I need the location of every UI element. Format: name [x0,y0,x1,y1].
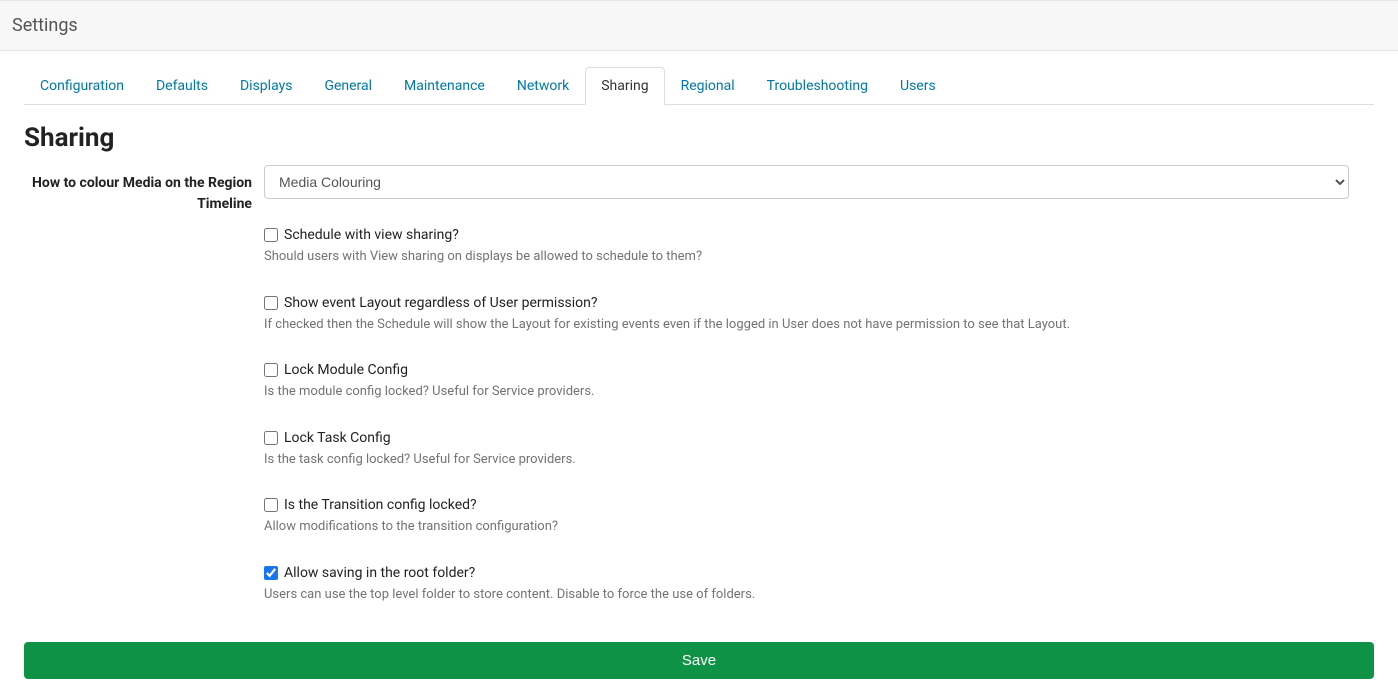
tab-users[interactable]: Users [884,67,952,105]
checkbox-help: Users can use the top level folder to st… [264,585,1349,605]
checkbox-group: Schedule with view sharing? Should users … [264,227,1349,267]
checkbox-row: Allow saving in the root folder? [264,565,1349,581]
checkbox-input[interactable] [264,363,278,377]
tab-configuration[interactable]: Configuration [24,67,140,105]
checkbox-row: Show event Layout regardless of User per… [264,295,1349,311]
media-colouring-label-col: How to colour Media on the Region Timeli… [24,165,264,215]
page-title: Settings [12,15,1386,36]
checkbox-row: Lock Module Config [264,362,1349,378]
checkbox-label[interactable]: Show event Layout regardless of User per… [284,295,598,311]
section-title: Sharing [24,123,1374,153]
checkbox-group: Is the Transition config locked? Allow mo… [264,497,1349,537]
checkbox-row: Is the Transition config locked? [264,497,1349,513]
tab-troubleshooting[interactable]: Troubleshooting [751,67,884,105]
tab-general[interactable]: General [308,67,388,105]
tab-sharing[interactable]: Sharing [585,67,664,105]
main-content: ConfigurationDefaultsDisplaysGeneralMain… [0,67,1398,614]
save-button[interactable]: Save [24,642,1374,679]
checkbox-input[interactable] [264,228,278,242]
checkbox-input[interactable] [264,431,278,445]
tab-displays[interactable]: Displays [224,67,308,105]
checkbox-group: Lock Task Config Is the task config locke… [264,430,1349,470]
tab-maintenance[interactable]: Maintenance [388,67,501,105]
checkbox-label[interactable]: Lock Task Config [284,430,391,446]
checkbox-input[interactable] [264,498,278,512]
checkbox-help: If checked then the Schedule will show t… [264,315,1349,335]
checkbox-help: Allow modifications to the transition co… [264,517,1349,537]
header-bar: Settings [0,0,1398,51]
checkbox-row: Lock Task Config [264,430,1349,446]
tab-defaults[interactable]: Defaults [140,67,224,105]
checkbox-group: Allow saving in the root folder? Users ca… [264,565,1349,605]
save-bar: Save [0,642,1398,679]
media-colouring-select[interactable]: Media Colouring [264,165,1349,199]
media-colouring-label: How to colour Media on the Region Timeli… [32,175,252,212]
media-colouring-row: How to colour Media on the Region Timeli… [24,165,1374,614]
checkbox-group: Show event Layout regardless of User per… [264,295,1349,335]
tab-regional[interactable]: Regional [665,67,751,105]
checkbox-group: Lock Module Config Is the module config l… [264,362,1349,402]
checkbox-input[interactable] [264,296,278,310]
checkbox-help: Is the module config locked? Useful for … [264,382,1349,402]
checkbox-row: Schedule with view sharing? [264,227,1349,243]
media-colouring-input-col: Media Colouring Schedule with view shari… [264,165,1349,614]
checkbox-label[interactable]: Allow saving in the root folder? [284,565,475,581]
media-colouring-select-wrapper: Media Colouring [264,165,1349,199]
checkbox-label[interactable]: Lock Module Config [284,362,408,378]
tabs: ConfigurationDefaultsDisplaysGeneralMain… [24,67,1374,105]
checkbox-help: Is the task config locked? Useful for Se… [264,450,1349,470]
checkbox-input[interactable] [264,566,278,580]
tab-network[interactable]: Network [501,67,585,105]
checkbox-help: Should users with View sharing on displa… [264,247,1349,267]
checkbox-label[interactable]: Schedule with view sharing? [284,227,459,243]
checkbox-label[interactable]: Is the Transition config locked? [284,497,477,513]
